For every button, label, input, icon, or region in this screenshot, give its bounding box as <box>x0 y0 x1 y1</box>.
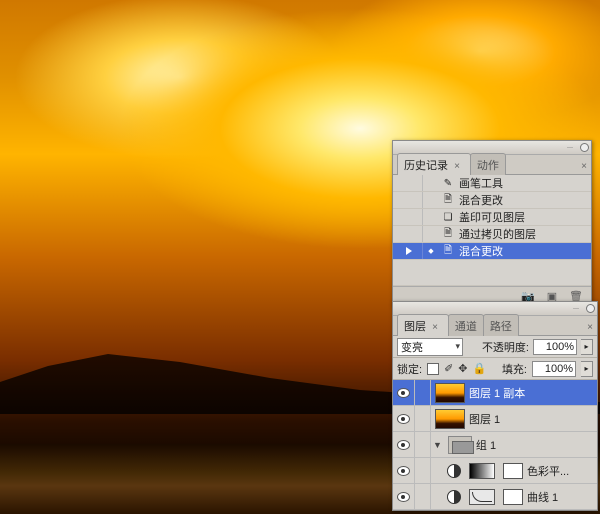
disclosure-triangle-icon[interactable]: ▼ <box>433 440 442 450</box>
tab-actions[interactable]: 动作 <box>470 153 506 175</box>
fill-slider-icon[interactable]: ▸ <box>581 361 593 377</box>
panel-menu-icon[interactable]: × <box>581 161 587 174</box>
eye-icon <box>397 414 410 424</box>
eye-icon <box>397 466 410 476</box>
tab-layers[interactable]: 图层 × <box>397 314 449 336</box>
stamp-icon <box>441 212 455 223</box>
document-icon <box>441 192 455 209</box>
layer-thumbnail[interactable] <box>469 489 495 505</box>
minimize-icon[interactable]: — <box>573 306 580 312</box>
layer-name[interactable]: 色彩平... <box>527 463 569 479</box>
lock-all-icon[interactable]: 🔒 <box>473 362 487 375</box>
play-icon <box>406 247 412 255</box>
layer-row-selected[interactable]: 图层 1 副本 <box>393 380 597 406</box>
flyout-icon[interactable] <box>586 304 595 313</box>
history-label: 混合更改 <box>459 192 503 208</box>
flyout-icon[interactable] <box>580 143 589 152</box>
layer-list: 图层 1 副本 图层 1 ▼ 组 1 色彩平... <box>393 380 597 510</box>
brush-icon <box>441 178 455 189</box>
history-label: 通过拷贝的图层 <box>459 226 536 242</box>
layer-thumbnail[interactable] <box>435 409 465 429</box>
panel-menu-icon[interactable]: × <box>587 322 593 335</box>
layer-thumbnail[interactable] <box>469 463 495 479</box>
visibility-toggle[interactable] <box>393 406 415 431</box>
history-item[interactable]: 盖印可见图层 <box>393 209 591 226</box>
blend-mode-select[interactable]: 变亮 <box>397 338 463 356</box>
move-lock-icon[interactable]: ✥ <box>458 362 467 375</box>
blend-opacity-row: 变亮 不透明度: 100% ▸ <box>393 336 597 358</box>
opacity-label: 不透明度: <box>482 339 529 355</box>
adjustment-layer-row[interactable]: 色彩平... <box>393 458 597 484</box>
history-item[interactable]: 混合更改 <box>393 192 591 209</box>
eye-icon <box>397 388 410 398</box>
layer-thumbnail[interactable] <box>435 383 465 403</box>
history-item[interactable]: 通过拷贝的图层 <box>393 226 591 243</box>
history-snapshot-col[interactable] <box>395 175 423 191</box>
link-col[interactable] <box>415 380 431 405</box>
layer-name[interactable]: 图层 1 副本 <box>469 385 525 401</box>
brush-lock-icon[interactable]: ✐ <box>444 362 453 375</box>
visibility-toggle[interactable] <box>393 380 415 405</box>
layer-name[interactable]: 组 1 <box>476 437 496 453</box>
fill-label: 填充: <box>502 361 527 377</box>
history-empty-area[interactable] <box>393 260 591 286</box>
eye-icon <box>397 440 410 450</box>
visibility-toggle[interactable] <box>393 458 415 483</box>
adjustment-icon <box>447 490 461 504</box>
minimize-icon[interactable]: — <box>567 145 574 151</box>
tab-paths[interactable]: 路径 <box>483 314 519 336</box>
lock-label: 锁定: <box>397 361 422 377</box>
visibility-toggle[interactable] <box>393 432 415 457</box>
fill-input[interactable]: 100% <box>532 361 576 377</box>
history-item-selected[interactable]: ◆ 混合更改 <box>393 243 591 260</box>
mask-thumbnail[interactable] <box>503 489 523 505</box>
history-panel[interactable]: — 历史记录 × 动作 × 画笔工具 混合更改 盖印可见图层 <box>392 140 592 307</box>
layers-tabs: 图层 × 通道 路径 × <box>393 316 597 336</box>
layer-name[interactable]: 曲线 1 <box>527 489 558 505</box>
tab-channels[interactable]: 通道 <box>448 314 484 336</box>
history-list: 画笔工具 混合更改 盖印可见图层 通过拷贝的图层 ◆ 混合更改 <box>393 175 591 286</box>
layer-group-row[interactable]: ▼ 组 1 <box>393 432 597 458</box>
tab-close-icon[interactable]: × <box>454 161 460 174</box>
tab-label: 图层 <box>404 321 426 333</box>
mask-thumbnail[interactable] <box>503 463 523 479</box>
layer-row[interactable]: 图层 1 <box>393 406 597 432</box>
visibility-toggle[interactable] <box>393 484 415 509</box>
history-item[interactable]: 画笔工具 <box>393 175 591 192</box>
tab-label: 历史记录 <box>404 160 448 172</box>
opacity-input[interactable]: 100% <box>533 339 577 355</box>
layer-name[interactable]: 图层 1 <box>469 411 500 427</box>
history-label: 混合更改 <box>459 243 503 259</box>
tab-close-icon[interactable]: × <box>432 322 438 335</box>
lock-transparency-checkbox[interactable] <box>427 363 439 375</box>
opacity-slider-icon[interactable]: ▸ <box>581 339 593 355</box>
adjustment-layer-row[interactable]: 曲线 1 <box>393 484 597 510</box>
document-icon <box>441 243 455 260</box>
history-tabs: 历史记录 × 动作 × <box>393 155 591 175</box>
adjustment-icon <box>447 464 461 478</box>
eye-icon <box>397 492 410 502</box>
document-icon <box>441 226 455 243</box>
layers-panel[interactable]: — 图层 × 通道 路径 × 变亮 不透明度: 100% ▸ 锁定: ✐ ✥ 🔒… <box>392 301 598 511</box>
marker-icon: ◆ <box>428 247 433 255</box>
history-label: 盖印可见图层 <box>459 209 525 225</box>
tab-history[interactable]: 历史记录 × <box>397 153 471 175</box>
folder-icon <box>448 436 472 454</box>
lock-fill-row: 锁定: ✐ ✥ 🔒 填充: 100% ▸ <box>393 358 597 380</box>
history-label: 画笔工具 <box>459 175 503 191</box>
